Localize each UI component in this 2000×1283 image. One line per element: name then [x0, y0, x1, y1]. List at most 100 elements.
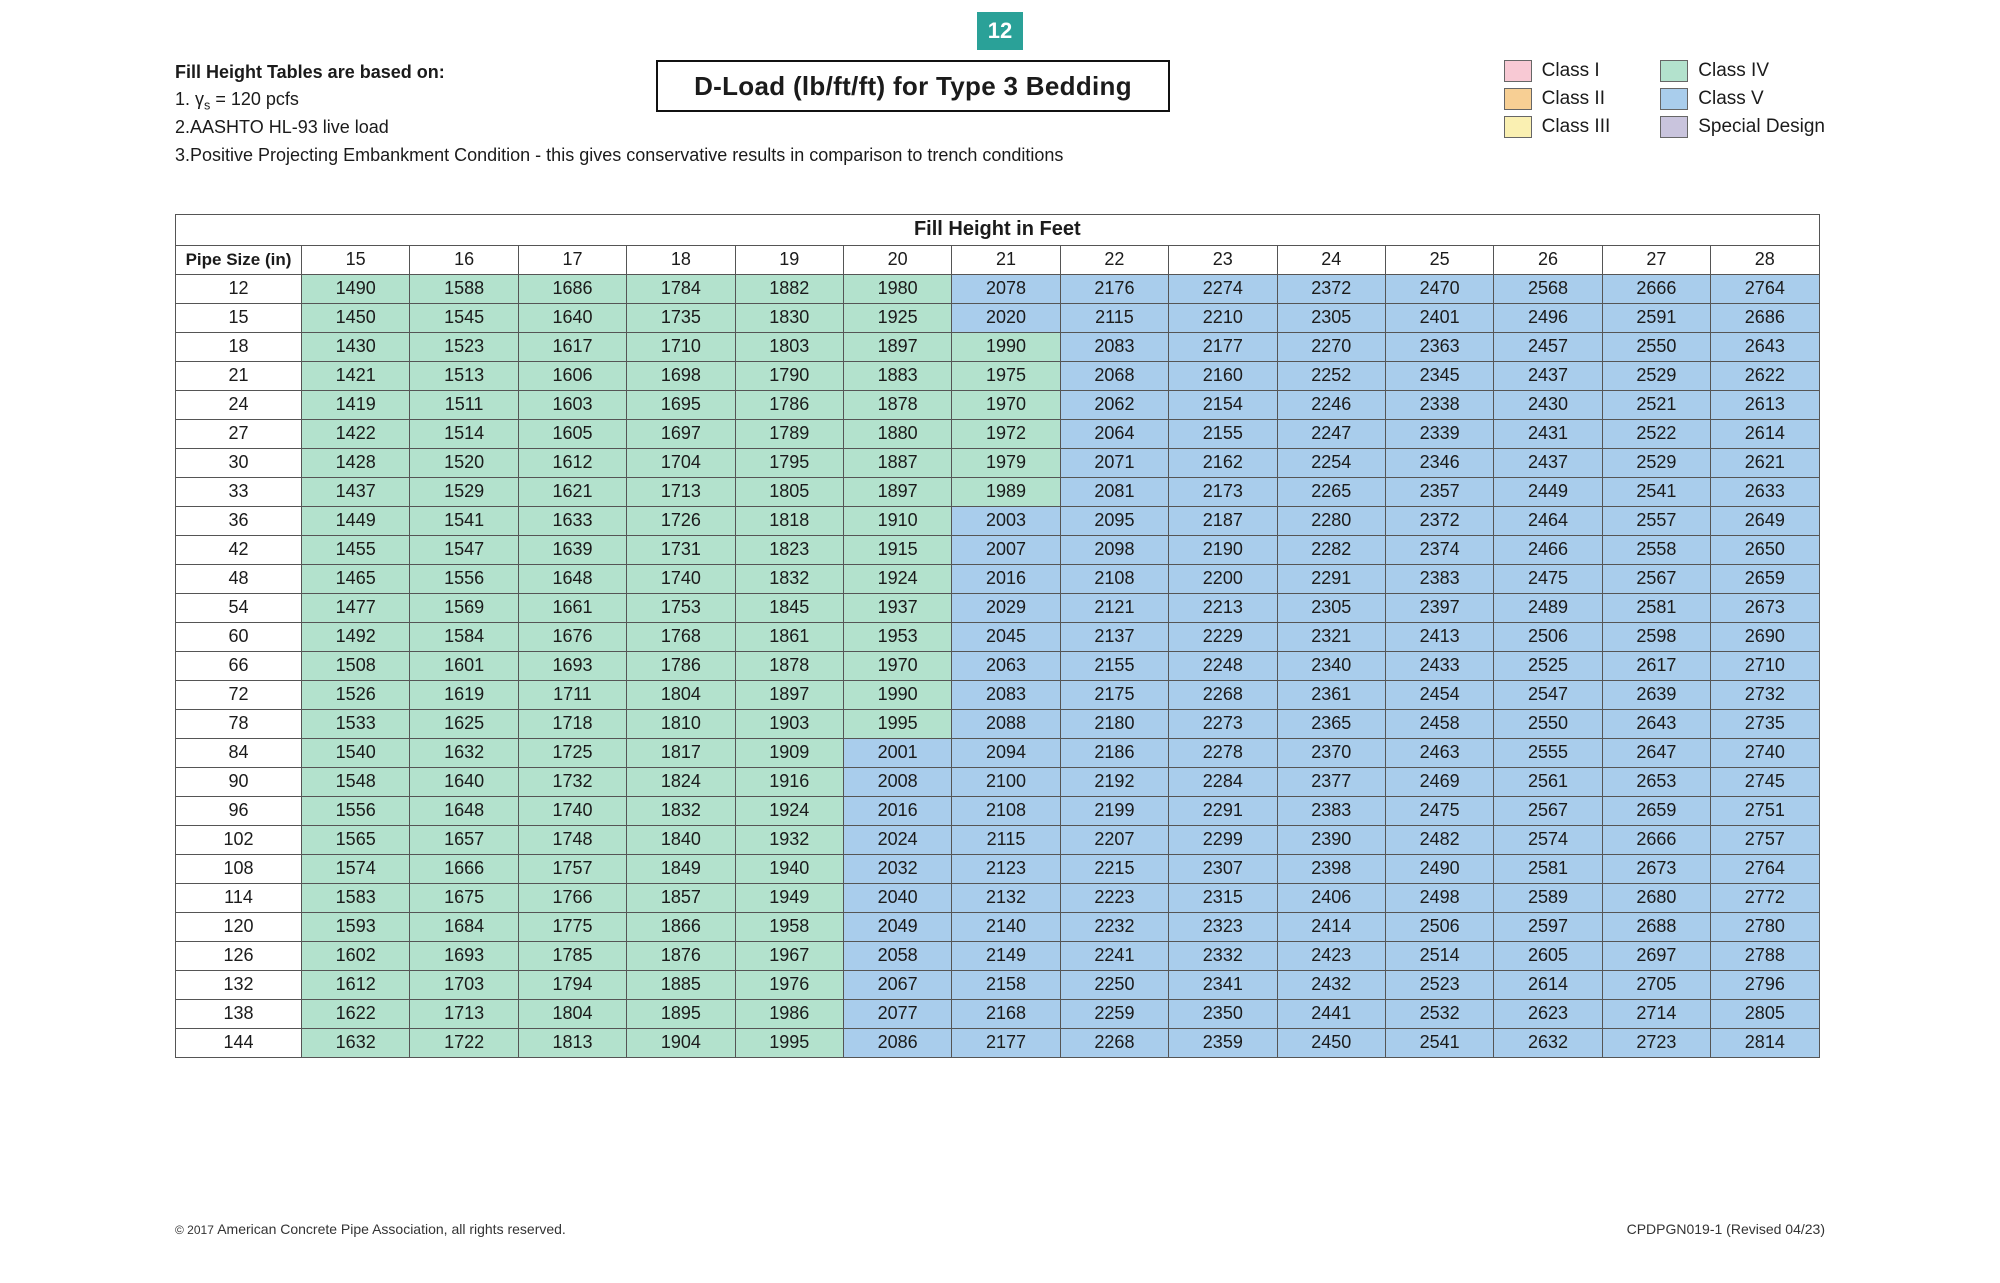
- value-cell: 2525: [1494, 651, 1602, 680]
- value-cell: 1857: [627, 883, 735, 912]
- value-cell: 2521: [1602, 390, 1710, 419]
- value-cell: 1916: [735, 767, 843, 796]
- value-cell: 2490: [1385, 854, 1493, 883]
- value-cell: 1897: [735, 680, 843, 709]
- pipe-size-cell: 54: [176, 593, 302, 622]
- value-cell: 2614: [1711, 419, 1819, 448]
- value-cell: 2246: [1277, 390, 1385, 419]
- value-cell: 2040: [843, 883, 951, 912]
- value-cell: 1904: [627, 1028, 735, 1057]
- pipe-size-cell: 132: [176, 970, 302, 999]
- value-cell: 2796: [1711, 970, 1819, 999]
- value-cell: 2340: [1277, 651, 1385, 680]
- value-cell: 1703: [410, 970, 518, 999]
- legend-item: Class V: [1660, 88, 1825, 110]
- value-cell: 1619: [410, 680, 518, 709]
- pipe-size-cell: 108: [176, 854, 302, 883]
- value-cell: 2083: [1060, 332, 1168, 361]
- value-cell: 2359: [1169, 1028, 1277, 1057]
- value-cell: 1953: [843, 622, 951, 651]
- value-cell: 1990: [952, 332, 1060, 361]
- value-cell: 2623: [1494, 999, 1602, 1028]
- legend-swatch: [1504, 116, 1532, 138]
- value-cell: 2232: [1060, 912, 1168, 941]
- pipe-size-cell: 90: [176, 767, 302, 796]
- value-cell: 1818: [735, 506, 843, 535]
- footer-right: CPDPGN019-1 (Revised 04/23): [1627, 1221, 1825, 1237]
- value-cell: 1704: [627, 448, 735, 477]
- legend-item: Class II: [1504, 88, 1611, 110]
- value-cell: 2740: [1711, 738, 1819, 767]
- value-cell: 1711: [518, 680, 626, 709]
- value-cell: 2363: [1385, 332, 1493, 361]
- value-cell: 1686: [518, 274, 626, 303]
- value-cell: 1813: [518, 1028, 626, 1057]
- page-footer: © 2017 American Concrete Pipe Associatio…: [175, 1221, 1825, 1237]
- value-cell: 2441: [1277, 999, 1385, 1028]
- table-row: 2114211513160616981790188319752068216022…: [176, 361, 1820, 390]
- value-cell: 2020: [952, 303, 1060, 332]
- value-cell: 2690: [1711, 622, 1819, 651]
- value-cell: 1710: [627, 332, 735, 361]
- value-cell: 2132: [952, 883, 1060, 912]
- value-cell: 2814: [1711, 1028, 1819, 1057]
- value-cell: 2541: [1385, 1028, 1493, 1057]
- value-cell: 1804: [518, 999, 626, 1028]
- value-cell: 2643: [1711, 332, 1819, 361]
- value-cell: 2653: [1602, 767, 1710, 796]
- value-cell: 2597: [1494, 912, 1602, 941]
- value-cell: 1632: [410, 738, 518, 767]
- value-cell: 1523: [410, 332, 518, 361]
- value-cell: 2168: [952, 999, 1060, 1028]
- value-cell: 2764: [1711, 274, 1819, 303]
- value-cell: 2284: [1169, 767, 1277, 796]
- value-cell: 2550: [1494, 709, 1602, 738]
- value-cell: 1584: [410, 622, 518, 651]
- value-cell: 2016: [952, 564, 1060, 593]
- value-cell: 2064: [1060, 419, 1168, 448]
- col-header: 23: [1169, 245, 1277, 274]
- value-cell: 2321: [1277, 622, 1385, 651]
- value-cell: 2155: [1060, 651, 1168, 680]
- value-cell: 2383: [1277, 796, 1385, 825]
- table-row: 3614491541163317261818191020032095218722…: [176, 506, 1820, 535]
- value-cell: 1748: [518, 825, 626, 854]
- value-cell: 2259: [1060, 999, 1168, 1028]
- value-cell: 2732: [1711, 680, 1819, 709]
- value-cell: 2413: [1385, 622, 1493, 651]
- value-cell: 2173: [1169, 477, 1277, 506]
- value-cell: 2383: [1385, 564, 1493, 593]
- value-cell: 1477: [302, 593, 410, 622]
- value-cell: 1648: [410, 796, 518, 825]
- pipe-size-cell: 72: [176, 680, 302, 709]
- value-cell: 2423: [1277, 941, 1385, 970]
- value-cell: 1684: [410, 912, 518, 941]
- value-cell: 2432: [1277, 970, 1385, 999]
- value-cell: 1574: [302, 854, 410, 883]
- value-cell: 2062: [1060, 390, 1168, 419]
- value-cell: 2589: [1494, 883, 1602, 912]
- value-cell: 2149: [952, 941, 1060, 970]
- col-header: 18: [627, 245, 735, 274]
- value-cell: 1661: [518, 593, 626, 622]
- table-row: 1381622171318041895198620772168225923502…: [176, 999, 1820, 1028]
- value-cell: 1603: [518, 390, 626, 419]
- value-cell: 1757: [518, 854, 626, 883]
- value-cell: 2617: [1602, 651, 1710, 680]
- pipe-size-cell: 60: [176, 622, 302, 651]
- value-cell: 2200: [1169, 564, 1277, 593]
- table-row: 8415401632172518171909200120942186227823…: [176, 738, 1820, 767]
- value-cell: 2598: [1602, 622, 1710, 651]
- value-cell: 1490: [302, 274, 410, 303]
- pipe-size-cell: 42: [176, 535, 302, 564]
- value-cell: 2466: [1494, 535, 1602, 564]
- value-cell: 2223: [1060, 883, 1168, 912]
- value-cell: 2686: [1711, 303, 1819, 332]
- value-cell: 2506: [1494, 622, 1602, 651]
- value-cell: 1421: [302, 361, 410, 390]
- value-cell: 2529: [1602, 361, 1710, 390]
- value-cell: 2437: [1494, 361, 1602, 390]
- pipe-size-cell: 126: [176, 941, 302, 970]
- table-row: 9615561648174018321924201621082199229123…: [176, 796, 1820, 825]
- legend-label: Class IV: [1698, 60, 1769, 82]
